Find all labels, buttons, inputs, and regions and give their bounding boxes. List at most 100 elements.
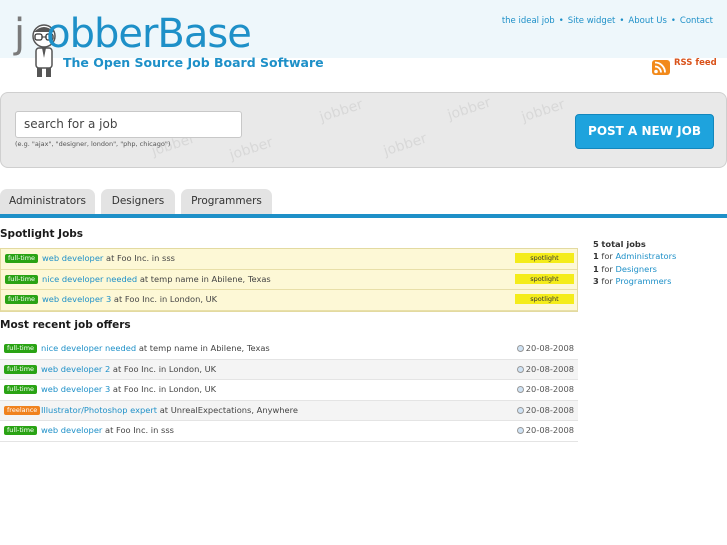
job-type-badge: full-time [5, 274, 39, 284]
nav-link-contact[interactable]: Contact [680, 16, 713, 26]
nav-link-site-widget[interactable]: Site widget [568, 16, 616, 26]
watermark: jobber [519, 96, 567, 126]
job-title-link[interactable]: web developer [41, 425, 102, 435]
job-date: 20-08-2008 [516, 343, 574, 353]
spotlight-title: Spotlight Jobs [0, 228, 84, 240]
job-title-link[interactable]: web developer 2 [41, 364, 110, 374]
job-date-text: 20-08-2008 [525, 363, 574, 374]
job-type-badge: full-time [4, 426, 38, 435]
sidebar-item: 1 for Administrators [593, 250, 676, 262]
post-new-job-button[interactable]: POST A NEW JOB [575, 114, 714, 149]
logo-tagline: The Open Source Job Board Software [63, 55, 324, 70]
sidebar-stats: 5 total jobs 1 for Administrators 1 for … [593, 238, 676, 287]
job-location: London, UK [168, 384, 217, 394]
at-word: at [112, 363, 122, 374]
job-summary: web developer at Foo Inc. in sss [42, 253, 175, 263]
job-summary: web developer 2 at Foo Inc. in London, U… [41, 364, 216, 374]
nav-link-ideal-job[interactable]: the ideal job [502, 16, 555, 26]
job-row: full-time nice developer needed at temp n… [1, 269, 577, 290]
job-title-link[interactable]: web developer 3 [42, 294, 111, 304]
job-title-link[interactable]: Illustrator/Photoshop expert [41, 405, 157, 415]
job-location: sss [161, 425, 174, 435]
at-word: at [138, 343, 148, 353]
job-summary: web developer 3 at Foo Inc. in London, U… [41, 384, 216, 394]
spotlight-tag: spotlight [515, 253, 574, 263]
total-label: total jobs [601, 239, 646, 249]
watermark: jobber [381, 130, 429, 160]
job-type-badge: full-time [4, 364, 38, 374]
nav-link-about-us[interactable]: About Us [628, 16, 666, 26]
company-name: temp name [150, 273, 199, 284]
rss-icon [652, 60, 670, 75]
tab-programmers[interactable]: Programmers [181, 189, 272, 214]
for-word: for [601, 251, 613, 262]
company-name: Foo Inc. [115, 425, 149, 435]
logo-word: obberBase [46, 11, 252, 57]
job-row: full-time web developer at Foo Inc. in ss… [0, 421, 578, 442]
watermark: jobber [227, 134, 275, 164]
spotlight-tag: spotlight [515, 273, 574, 284]
job-type-badge: full-time [4, 385, 38, 394]
at-word: at [105, 253, 115, 263]
job-location: London, UK [169, 294, 218, 304]
job-location: Abilene, Texas [211, 273, 271, 284]
job-row: freelance Illustrator/Photoshop expert at… [0, 400, 578, 421]
calendar-icon [516, 406, 524, 414]
sidebar-link-programmers[interactable]: Programmers [615, 276, 671, 286]
job-summary: Illustrator/Photoshop expert at UnrealEx… [41, 405, 298, 415]
sidebar-link-administrators[interactable]: Administrators [615, 251, 676, 261]
job-row: full-time web developer at Foo Inc. in ss… [1, 249, 577, 270]
in-word: in [159, 294, 168, 304]
top-nav: the ideal job • Site widget • About Us • Conta… [501, 16, 713, 26]
job-location: sss [162, 253, 175, 263]
at-word: at [159, 404, 169, 415]
job-summary: web developer at Foo Inc. in sss [41, 425, 174, 435]
calendar-icon [516, 345, 524, 352]
for-word: for [601, 263, 613, 274]
tab-administrators[interactable]: Administrators [0, 189, 95, 214]
rss-feed-link[interactable]: RSS feed [652, 58, 717, 78]
job-row: full-time web developer 2 at Foo Inc. in … [0, 359, 578, 380]
at-word: at [112, 384, 122, 394]
in-word: in [201, 273, 209, 284]
job-date-text: 20-08-2008 [525, 384, 574, 394]
company-name: Foo Inc. [116, 253, 150, 263]
job-title-link[interactable]: nice developer needed [41, 343, 136, 353]
logo-prefix: j [14, 11, 25, 57]
logo-wordmark: j obberBase [14, 11, 252, 57]
company-name: Foo Inc. [123, 384, 157, 394]
count: 1 [593, 251, 599, 262]
job-type-badge: full-time [4, 344, 38, 353]
in-word: in [200, 343, 208, 353]
count: 3 [593, 275, 599, 286]
spotlight-list: full-time web developer at Foo Inc. in ss… [0, 248, 578, 312]
tabs-underline [0, 214, 727, 218]
job-date-text: 20-08-2008 [525, 404, 574, 415]
recent-list: full-time nice developer needed at temp n… [0, 339, 578, 442]
calendar-icon [516, 427, 524, 434]
job-title-link[interactable]: nice developer needed [42, 274, 137, 284]
job-location: London, UK [168, 363, 217, 374]
job-title-link[interactable]: web developer 3 [41, 384, 110, 394]
job-type-badge: full-time [5, 295, 39, 304]
company-name: temp name [149, 343, 198, 353]
at-word: at [113, 294, 123, 304]
job-title-link[interactable]: web developer [42, 253, 103, 263]
company-name: Foo Inc. [124, 294, 158, 304]
spotlight-tag: spotlight [515, 294, 574, 304]
in-word: in [150, 425, 159, 435]
job-date-text: 20-08-2008 [525, 425, 574, 435]
logo[interactable]: j obberBase The Open Source Job Board Sof… [14, 10, 324, 86]
tab-designers[interactable]: Designers [101, 189, 175, 214]
total-count: 5 [593, 239, 599, 249]
at-word: at [139, 273, 149, 284]
calendar-icon [516, 365, 524, 373]
job-type-badge: full-time [5, 254, 39, 263]
sidebar-link-designers[interactable]: Designers [615, 264, 657, 274]
job-type-badge: freelance [4, 405, 41, 415]
page: j obberBase The Open Source Job Board Sof… [0, 0, 727, 545]
search-input[interactable]: search for a job [15, 111, 242, 138]
job-date: 20-08-2008 [516, 363, 574, 374]
calendar-icon [516, 386, 524, 393]
watermark: jobber [445, 94, 493, 124]
